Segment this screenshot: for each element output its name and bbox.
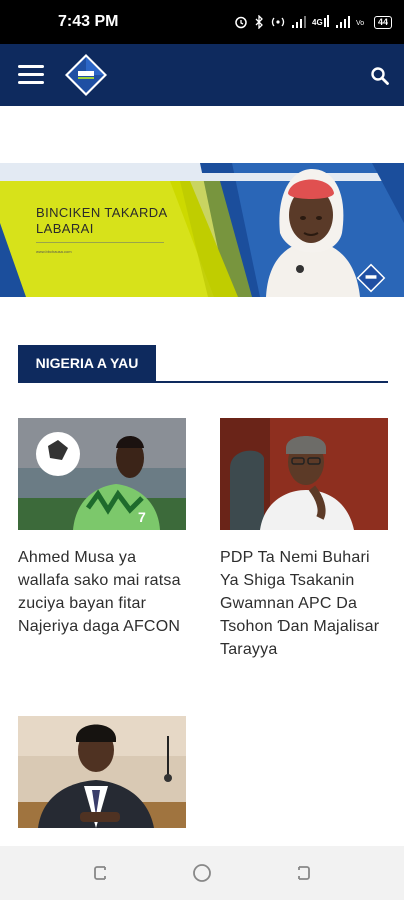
banner-url: www.bbchausa.com bbox=[36, 249, 72, 254]
wifi-icon: Vo bbox=[356, 20, 364, 27]
signal-icon-2 bbox=[335, 16, 350, 28]
bbc-hausa-logo-small bbox=[356, 263, 386, 293]
4g-icon: 4G bbox=[312, 15, 329, 27]
article-card-2[interactable]: PDP Ta Nemi Buhari Ya Shiga Tsakanin Gwa… bbox=[220, 418, 388, 661]
football-player-image: 7 bbox=[18, 418, 186, 530]
hamburger-icon[interactable] bbox=[18, 65, 44, 85]
app-header bbox=[0, 44, 404, 106]
article-thumbnail-2[interactable] bbox=[220, 418, 388, 530]
recent-apps-icon[interactable] bbox=[91, 863, 111, 883]
banner-title-line2: LABARAI bbox=[36, 221, 94, 236]
section-header: NIGERIA A YAU bbox=[18, 345, 388, 383]
svg-text:4G: 4G bbox=[312, 18, 323, 27]
svg-text:7: 7 bbox=[138, 509, 146, 525]
article-title-1[interactable]: Ahmed Musa ya wallafa sako mai ratsa zuc… bbox=[18, 546, 186, 638]
signal-icon bbox=[291, 16, 306, 28]
hotspot-icon bbox=[271, 17, 285, 27]
system-nav-bar bbox=[0, 846, 404, 900]
politician-image bbox=[220, 418, 388, 530]
senator-image bbox=[18, 716, 186, 828]
alarm-icon bbox=[235, 16, 247, 29]
back-icon[interactable] bbox=[293, 863, 313, 883]
promo-banner[interactable]: BINCIKEN TAKARDA LABARAI www.bbchausa.co… bbox=[0, 163, 404, 297]
battery-icon: 44 bbox=[373, 15, 392, 29]
article-card-3[interactable] bbox=[18, 716, 186, 844]
section-underline bbox=[18, 381, 388, 383]
status-time: 7:43 PM bbox=[58, 13, 119, 30]
search-icon[interactable] bbox=[370, 66, 390, 86]
status-icons: 4G Vo 44 bbox=[234, 12, 392, 32]
home-icon[interactable] bbox=[192, 863, 212, 883]
svg-text:Vo: Vo bbox=[356, 20, 364, 27]
bluetooth-icon bbox=[255, 15, 263, 29]
article-title-2[interactable]: PDP Ta Nemi Buhari Ya Shiga Tsakanin Gwa… bbox=[220, 546, 388, 661]
banner-divider bbox=[36, 242, 164, 243]
article-thumbnail-3[interactable] bbox=[18, 716, 186, 828]
bbc-hausa-logo[interactable] bbox=[64, 53, 108, 97]
section-label[interactable]: NIGERIA A YAU bbox=[18, 345, 156, 381]
status-bar: 7:43 PM 4G Vo 44 bbox=[0, 0, 404, 44]
article-card-1[interactable]: 7 Ahmed Musa ya wallafa sako mai ratsa z… bbox=[18, 418, 186, 638]
banner-title-line1: BINCIKEN TAKARDA bbox=[36, 205, 168, 220]
article-thumbnail-1[interactable]: 7 bbox=[18, 418, 186, 530]
